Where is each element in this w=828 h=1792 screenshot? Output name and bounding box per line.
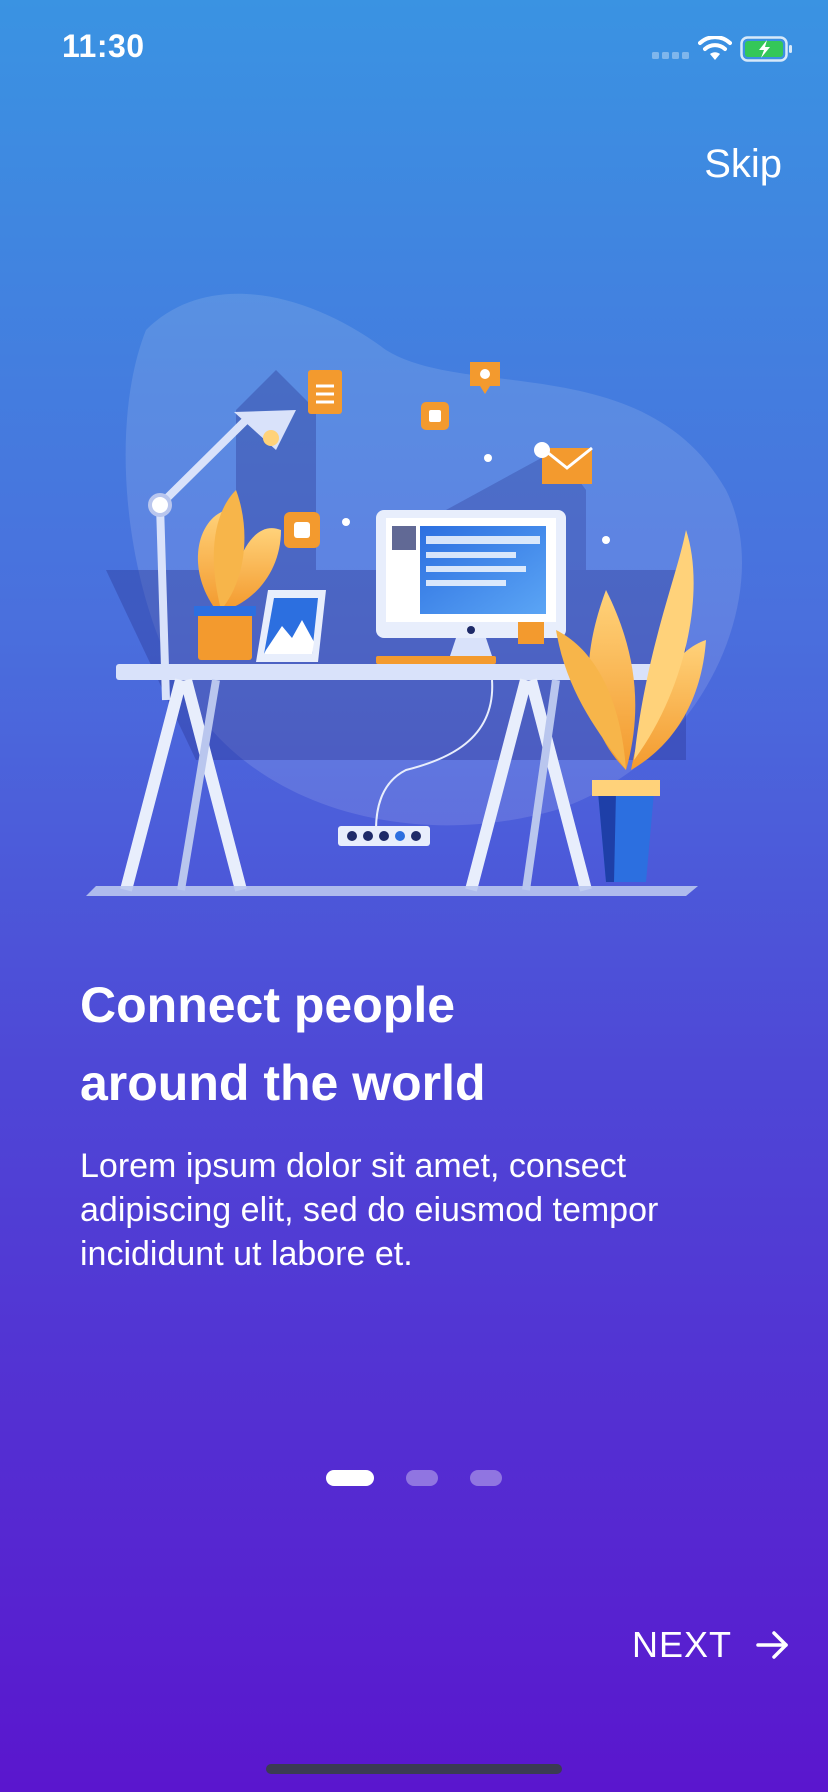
battery-charging-icon — [740, 36, 792, 62]
page-dot-2[interactable] — [406, 1470, 438, 1486]
workspace-desk-illustration — [86, 293, 743, 896]
description-line: incididunt ut labore et. — [80, 1235, 413, 1273]
signal-icon — [652, 52, 689, 59]
page-dot-3[interactable] — [470, 1470, 502, 1486]
title-line: Connect people — [80, 977, 456, 1033]
title-line: around the world — [80, 1055, 486, 1111]
skip-button[interactable]: Skip — [704, 142, 782, 187]
wifi-icon — [698, 36, 732, 60]
onboarding-description: Lorem ipsum dolor sit amet, consect adip… — [80, 1144, 760, 1276]
status-time: 11:30 — [62, 28, 145, 64]
next-button[interactable]: NEXT — [632, 1620, 790, 1670]
page-dot-1[interactable] — [326, 1470, 374, 1486]
onboarding-screen: 11:30 Skip Connect people around the wor… — [0, 0, 828, 1792]
next-label: NEXT — [631, 1624, 732, 1665]
description-line: Lorem ipsum dolor sit amet, consect — [80, 1147, 627, 1185]
onboarding-title: Connect people around the world — [80, 966, 740, 1122]
description-line: adipiscing elit, sed do eiusmod tempor — [80, 1191, 659, 1229]
arrow-right-icon — [756, 1631, 788, 1659]
home-indicator — [266, 1764, 562, 1774]
